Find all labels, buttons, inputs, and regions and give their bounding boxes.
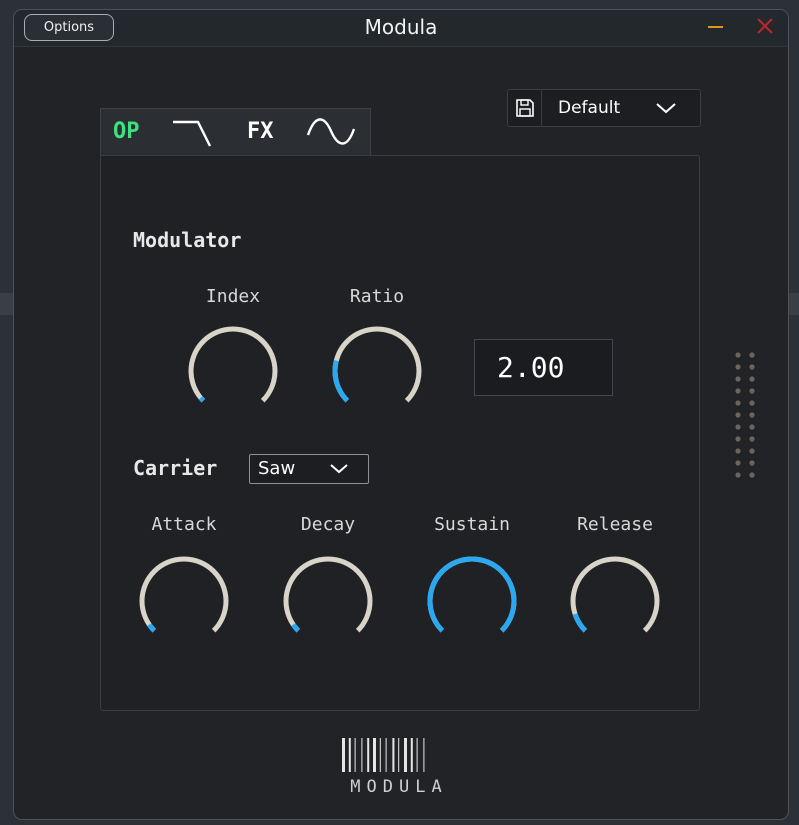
grip-dot (749, 352, 755, 358)
barcode-bar (392, 738, 395, 772)
minimize-icon[interactable] (708, 26, 723, 28)
preset-divider (541, 90, 542, 126)
grip-dot (749, 376, 755, 382)
close-icon[interactable] (755, 16, 775, 36)
barcode-bar (385, 738, 387, 772)
barcode-bar (354, 738, 356, 772)
index-knob[interactable] (183, 321, 283, 421)
knob-value-arc (332, 359, 350, 403)
barcode-bar (398, 738, 400, 772)
ratio-knob[interactable] (327, 321, 427, 421)
knob-track (332, 326, 422, 403)
carrier-waveform-select[interactable]: Saw (249, 454, 369, 484)
knob-value-arc (291, 623, 301, 633)
grip-dot (735, 352, 741, 358)
knob-track (283, 556, 373, 633)
grip-dot (749, 364, 755, 370)
knob-track (570, 556, 660, 633)
barcode-bar (348, 738, 351, 772)
grip-dot (735, 364, 741, 370)
grip-dot (749, 448, 755, 454)
grip-dot (735, 448, 741, 454)
grip-dot (735, 400, 741, 406)
attack-knob[interactable] (134, 551, 234, 651)
barcode-bar (379, 738, 381, 772)
attack-label: Attack (151, 514, 217, 535)
chevron-down-icon (656, 103, 676, 114)
grip-dot (735, 460, 741, 466)
ratio-label: Ratio (349, 286, 405, 307)
knob-value-arc (147, 623, 157, 633)
decay-label: Decay (300, 514, 356, 535)
tab-bar: OP FX (100, 108, 371, 156)
barcode-bar (367, 738, 370, 772)
grip-dot (735, 472, 741, 478)
barcode-bar (404, 738, 407, 772)
logo-text: MODULA (350, 777, 448, 797)
tab-fx[interactable]: FX (247, 109, 283, 155)
tab-op[interactable]: OP (113, 109, 153, 155)
knob-track (139, 556, 229, 633)
release-label: Release (577, 514, 653, 535)
knob-value-arc (572, 613, 588, 633)
sustain-knob[interactable] (422, 551, 522, 651)
preset-name: Default (558, 98, 621, 118)
barcode-bar (416, 738, 418, 772)
window-title: Modula (364, 15, 438, 39)
grip-dot (735, 412, 741, 418)
grip-dot (749, 472, 755, 478)
barcode-bar (342, 738, 345, 772)
grip-dot (735, 436, 741, 442)
grip-dot (735, 376, 741, 382)
grip-dot (749, 388, 755, 394)
knob-value-arc (198, 396, 206, 403)
grip-dot (735, 388, 741, 394)
release-knob[interactable] (565, 551, 665, 651)
barcode-bar (423, 738, 425, 772)
title-bar: Options Modula (14, 10, 788, 47)
save-icon[interactable] (514, 97, 536, 119)
filter-lowpass-icon[interactable] (169, 109, 219, 155)
resize-grip-icon[interactable] (732, 350, 758, 482)
plugin-window: Options Modula OP FX Default Modulator I… (13, 9, 789, 820)
index-label: Index (205, 286, 261, 307)
grip-dot (749, 400, 755, 406)
ratio-value-field[interactable]: 2.00 (474, 339, 613, 396)
grip-dot (749, 412, 755, 418)
grip-dot (735, 424, 741, 430)
barcode-bar (373, 738, 376, 772)
sustain-label: Sustain (434, 514, 510, 535)
decay-knob[interactable] (278, 551, 378, 651)
grip-dot (749, 460, 755, 466)
barcode-bar (361, 738, 363, 772)
knob-value-arc (427, 556, 517, 633)
grip-dot (749, 424, 755, 430)
modulator-heading: Modulator (133, 228, 242, 252)
operator-panel: Modulator Index Ratio 2.00 Carrier Saw A… (100, 155, 700, 711)
carrier-heading: Carrier (133, 456, 218, 480)
barcode-bar (410, 738, 413, 772)
preset-selector[interactable]: Default (507, 89, 701, 127)
carrier-waveform-value: Saw (258, 458, 296, 479)
knob-track (188, 326, 278, 403)
grip-dot (749, 436, 755, 442)
chevron-down-icon (330, 464, 348, 474)
sine-wave-icon[interactable] (305, 109, 359, 155)
